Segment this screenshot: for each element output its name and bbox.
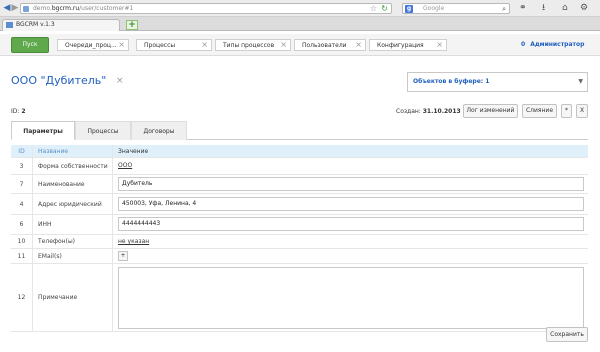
chevron-down-icon: ▼ <box>578 78 583 85</box>
close-icon[interactable]: × <box>436 40 443 50</box>
settings-gear-icon[interactable]: ⚙ <box>580 3 588 13</box>
legal-address-field[interactable]: 450003, Уфа, Ленина, 4 <box>118 197 584 211</box>
forward-icon[interactable]: ▶ <box>10 3 20 13</box>
inn-field[interactable]: 4444444443 <box>118 217 584 231</box>
nav-tab-process-types[interactable]: Типы процессов × <box>215 39 291 51</box>
table-row: 7 Наименование Дубитель <box>11 175 588 194</box>
nav-tab-label: Процессы <box>144 42 176 49</box>
home-icon[interactable]: ⌂ <box>562 3 568 13</box>
row-name: Примечание <box>33 264 113 331</box>
start-button[interactable]: Пуск <box>11 37 49 53</box>
address-bar[interactable]: demo.bgcrm.ru/user/customer#1 ☆ ↻ <box>20 3 392 14</box>
column-header-id: ID <box>11 145 33 157</box>
row-id: 11 <box>11 249 33 263</box>
table-header-row: ID Название Значение <box>11 145 588 158</box>
nav-tab-configuration[interactable]: Конфигурация × <box>369 39 447 51</box>
row-id: 10 <box>11 235 33 248</box>
search-placeholder: Google <box>423 5 445 12</box>
phone-link[interactable]: не указан <box>118 238 149 246</box>
column-header-value: Значение <box>118 148 149 155</box>
add-email-button[interactable]: + <box>118 251 128 261</box>
page-title: ООО "Дубитель" <box>11 74 107 87</box>
row-value-cell: не указан <box>113 235 588 248</box>
table-row: 11 EMail(s) + <box>11 249 588 264</box>
row-id: 12 <box>11 264 33 331</box>
name-field[interactable]: Дубитель <box>118 177 584 191</box>
row-id: 3 <box>11 158 33 174</box>
record-id: ID: 2 <box>11 108 26 115</box>
ownership-form-link[interactable]: ООО <box>118 162 132 170</box>
nav-tab-users[interactable]: Пользователи × <box>294 39 366 51</box>
row-value-cell: + <box>113 249 588 263</box>
close-icon[interactable]: × <box>201 40 208 50</box>
buffer-select-label: Объектов в буфере: 1 <box>413 78 490 85</box>
nav-tab-label: Конфигурация <box>377 42 424 49</box>
address-text: demo.bgcrm.ru/user/customer#1 <box>33 5 134 12</box>
row-id: 7 <box>11 175 33 193</box>
column-header-value-cell: Значение <box>113 145 588 157</box>
binoculars-icon[interactable]: ⚭ <box>519 3 527 13</box>
row-name: Адрес юридический <box>33 194 113 214</box>
browser-search-field[interactable]: g Google ⌕ <box>402 3 510 14</box>
table-row: 6 ИНН 4444444443 <box>11 215 588 235</box>
column-header-name: Название <box>33 145 113 157</box>
google-icon[interactable]: g <box>405 5 413 13</box>
close-icon[interactable]: × <box>118 40 125 50</box>
row-value-cell: ООО <box>113 158 588 174</box>
reload-icon[interactable]: ↻ <box>381 4 388 14</box>
close-icon[interactable]: × <box>116 75 124 87</box>
row-name: EMail(s) <box>33 249 113 263</box>
nav-tab-label: Пользователи <box>302 42 347 49</box>
app-top-navigation: Пуск Очереди_проц... × Процессы × Типы п… <box>0 34 600 56</box>
row-value-cell <box>113 264 588 331</box>
row-value-cell: 4444444443 <box>113 215 588 234</box>
nav-tab-queues[interactable]: Очереди_проц... × <box>57 39 129 51</box>
browser-tab-strip: BGCRM v.1.3 + <box>0 17 600 31</box>
site-favicon-icon <box>23 6 29 12</box>
user-icon: 0 <box>521 41 526 48</box>
row-name: ИНН <box>33 215 113 234</box>
nav-tab-label: Типы процессов <box>223 42 275 49</box>
table-row: 3 Форма собственности ООО <box>11 158 588 175</box>
nav-tab-processes[interactable]: Процессы × <box>136 39 212 51</box>
star-button[interactable]: * <box>561 104 572 118</box>
current-user-link[interactable]: 0 Администратор <box>521 41 584 49</box>
nav-tab-label: Очереди_проц... <box>65 42 117 49</box>
table-row: 12 Примечание <box>11 264 588 332</box>
row-name: Наименование <box>33 175 113 193</box>
bookmark-star-icon[interactable]: ☆ <box>370 4 377 14</box>
buffer-select[interactable]: Объектов в буфере: 1 ▼ <box>407 72 588 92</box>
search-icon[interactable]: ⌕ <box>502 4 506 14</box>
row-value-cell: 450003, Уфа, Ленина, 4 <box>113 194 588 214</box>
row-name: Форма собственности <box>33 158 113 174</box>
merge-button[interactable]: Слияние <box>522 104 557 118</box>
save-button[interactable]: Сохранить <box>546 327 588 342</box>
table-row: 4 Адрес юридический 450003, Уфа, Ленина,… <box>11 194 588 215</box>
row-name: Телефон(ы) <box>33 235 113 248</box>
new-tab-button[interactable]: + <box>126 20 138 30</box>
browser-tab[interactable]: BGCRM v.1.3 <box>2 19 120 31</box>
close-icon[interactable]: × <box>355 40 362 50</box>
row-id: 6 <box>11 215 33 234</box>
row-id: 4 <box>11 194 33 214</box>
note-textarea[interactable] <box>118 267 584 329</box>
close-record-button[interactable]: X <box>576 104 588 118</box>
tab-contracts[interactable]: Договоры <box>131 121 187 140</box>
created-date: Создан: 31.10.2013 <box>396 108 461 115</box>
tab-parameters[interactable]: Параметры <box>11 121 75 140</box>
tab-processes[interactable]: Процессы <box>75 121 131 140</box>
change-log-button[interactable]: Лог изменений <box>463 104 518 118</box>
current-user-name: Администратор <box>530 41 585 48</box>
close-icon[interactable]: × <box>280 40 287 50</box>
browser-toolbar: ◀ ▶ demo.bgcrm.ru/user/customer#1 ☆ ↻ g … <box>0 0 600 17</box>
table-row: 10 Телефон(ы) не указан <box>11 235 588 249</box>
row-value-cell: Дубитель <box>113 175 588 193</box>
tab-favicon-icon <box>6 22 13 28</box>
browser-tab-title: BGCRM v.1.3 <box>16 21 55 28</box>
download-icon[interactable]: ⭳ <box>542 3 545 13</box>
